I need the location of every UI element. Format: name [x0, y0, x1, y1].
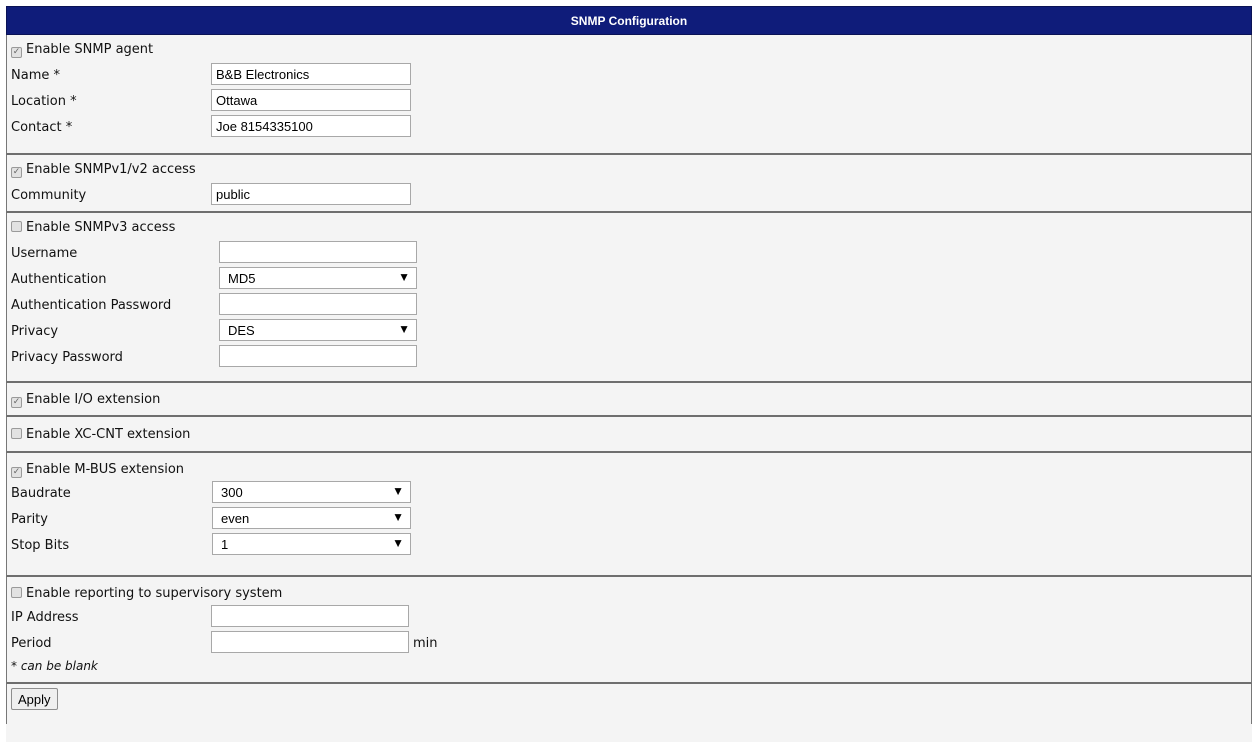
baudrate-value: 300 [221, 485, 243, 500]
row-name: Name * [7, 61, 1251, 87]
row-privacy-password: Privacy Password [7, 343, 1251, 369]
username-label: Username [11, 246, 78, 261]
stopbits-select[interactable]: 1 ▼ [212, 533, 411, 555]
row-period: Period min [7, 629, 1251, 655]
row-enable-reporting: Enable reporting to supervisory system [7, 577, 1251, 603]
row-ip-address: IP Address [7, 603, 1251, 629]
section-actions: Apply [6, 684, 1252, 724]
apply-button[interactable]: Apply [11, 688, 58, 710]
enable-snmp-agent-label: Enable SNMP agent [26, 42, 154, 57]
location-input[interactable] [211, 89, 411, 111]
privacy-password-input[interactable] [219, 345, 417, 367]
checkmark-icon: ✓ [12, 47, 21, 57]
authentication-label: Authentication [11, 272, 107, 287]
enable-io-label: Enable I/O extension [26, 392, 161, 407]
enable-snmpv3-checkbox[interactable] [11, 221, 22, 232]
enable-xccnt-checkbox[interactable] [11, 428, 22, 439]
enable-xccnt-label: Enable XC-CNT extension [26, 427, 191, 442]
checkmark-icon: ✓ [12, 467, 21, 477]
row-stopbits: Stop Bits 1 ▼ [7, 531, 1251, 557]
location-label: Location * [11, 94, 77, 109]
triangle-down-icon: ▼ [392, 536, 404, 550]
row-enable-mbus: ✓ Enable M-BUS extension [7, 453, 1251, 479]
row-contact: Contact * [7, 113, 1251, 139]
triangle-down-icon: ▼ [398, 322, 410, 336]
enable-mbus-label: Enable M-BUS extension [26, 462, 185, 477]
section-xccnt-extension: Enable XC-CNT extension [6, 417, 1252, 453]
enable-io-checkbox[interactable]: ✓ [11, 397, 22, 408]
row-enable-xccnt: Enable XC-CNT extension [7, 417, 1251, 443]
name-input[interactable] [211, 63, 411, 85]
triangle-down-icon: ▼ [392, 510, 404, 524]
stopbits-value: 1 [221, 537, 229, 552]
privacy-password-label: Privacy Password [11, 350, 123, 365]
enable-snmp-agent-checkbox[interactable]: ✓ [11, 47, 22, 58]
privacy-select[interactable]: DES ▼ [219, 319, 417, 341]
privacy-label: Privacy [11, 324, 59, 339]
contact-label: Contact * [11, 120, 73, 135]
triangle-down-icon: ▼ [392, 484, 404, 498]
community-input[interactable] [211, 183, 411, 205]
note-text: can be blank [20, 659, 98, 673]
row-privacy: Privacy DES ▼ [7, 317, 1251, 343]
community-label: Community [11, 188, 87, 203]
row-location: Location * [7, 87, 1251, 113]
contact-input[interactable] [211, 115, 411, 137]
snmp-configuration-panel: SNMP Configuration ✓ Enable SNMP agent Na… [6, 6, 1252, 742]
row-parity: Parity even ▼ [7, 505, 1251, 531]
auth-password-input[interactable] [219, 293, 417, 315]
period-input[interactable] [211, 631, 409, 653]
privacy-value: DES [228, 323, 255, 338]
period-label: Period [11, 636, 52, 651]
parity-select[interactable]: even ▼ [212, 507, 411, 529]
ip-address-input[interactable] [211, 605, 409, 627]
row-baudrate: Baudrate 300 ▼ [7, 479, 1251, 505]
auth-password-label: Authentication Password [11, 298, 172, 313]
baudrate-label: Baudrate [11, 486, 71, 501]
checkmark-icon: ✓ [12, 167, 21, 177]
page-title: SNMP Configuration [6, 6, 1252, 35]
row-community: Community [7, 181, 1251, 207]
section-reporting: Enable reporting to supervisory system I… [6, 577, 1252, 684]
ip-address-label: IP Address [11, 610, 79, 625]
period-unit: min [413, 636, 438, 651]
enable-snmpv1v2-label: Enable SNMPv1/v2 access [26, 162, 196, 177]
row-enable-snmp-agent: ✓ Enable SNMP agent [7, 35, 1251, 61]
row-username: Username [7, 239, 1251, 265]
section-snmpv1v2: ✓ Enable SNMPv1/v2 access Community [6, 155, 1252, 213]
section-snmp-agent: ✓ Enable SNMP agent Name * Location * Con… [6, 35, 1252, 155]
baudrate-select[interactable]: 300 ▼ [212, 481, 411, 503]
authentication-value: MD5 [228, 271, 256, 286]
parity-value: even [221, 511, 250, 526]
row-enable-snmpv1v2: ✓ Enable SNMPv1/v2 access [7, 155, 1251, 181]
row-auth-password: Authentication Password [7, 291, 1251, 317]
section-snmpv3: Enable SNMPv3 access Username Authentica… [6, 213, 1252, 383]
row-enable-snmpv3: Enable SNMPv3 access [7, 213, 1251, 239]
enable-snmpv3-label: Enable SNMPv3 access [26, 220, 176, 235]
name-label: Name * [11, 68, 60, 83]
checkmark-icon: ✓ [12, 397, 21, 407]
note-star: * [11, 659, 17, 673]
username-input[interactable] [219, 241, 417, 263]
enable-reporting-label: Enable reporting to supervisory system [26, 586, 283, 601]
section-mbus-extension: ✓ Enable M-BUS extension Baudrate 300 ▼ P… [6, 453, 1252, 577]
enable-snmpv1v2-checkbox[interactable]: ✓ [11, 167, 22, 178]
row-note: * can be blank [7, 655, 1251, 677]
stopbits-label: Stop Bits [11, 538, 70, 553]
row-enable-io: ✓ Enable I/O extension [7, 383, 1251, 409]
blank-note: * can be blank [11, 659, 98, 673]
triangle-down-icon: ▼ [398, 270, 410, 284]
parity-label: Parity [11, 512, 48, 527]
enable-reporting-checkbox[interactable] [11, 587, 22, 598]
section-io-extension: ✓ Enable I/O extension [6, 383, 1252, 417]
row-authentication: Authentication MD5 ▼ [7, 265, 1251, 291]
enable-mbus-checkbox[interactable]: ✓ [11, 467, 22, 478]
authentication-select[interactable]: MD5 ▼ [219, 267, 417, 289]
